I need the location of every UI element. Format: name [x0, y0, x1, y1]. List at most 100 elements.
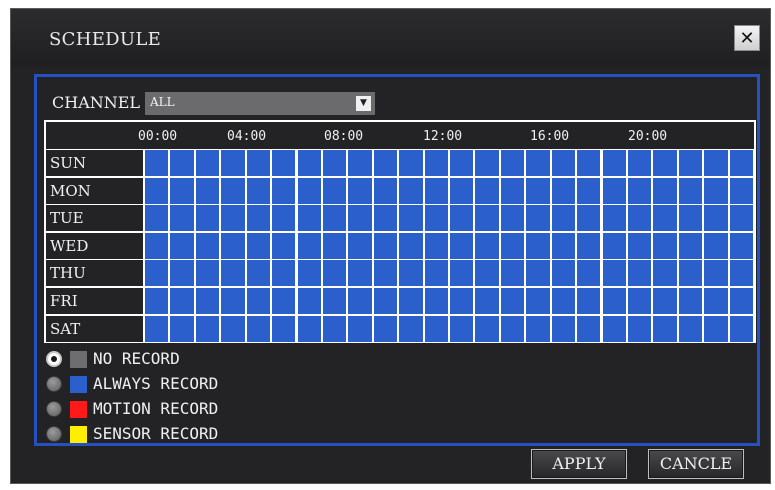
apply-button[interactable]: APPLY — [531, 449, 627, 479]
schedule-cell[interactable] — [195, 288, 220, 314]
schedule-cell[interactable] — [322, 177, 347, 204]
schedule-cell[interactable] — [704, 232, 728, 259]
schedule-cell[interactable] — [551, 150, 576, 176]
schedule-cell[interactable] — [195, 260, 220, 287]
schedule-cell[interactable] — [704, 315, 728, 342]
schedule-cell[interactable] — [322, 260, 347, 287]
channel-select[interactable]: ALL ▼ — [145, 92, 375, 115]
schedule-cell[interactable] — [373, 205, 398, 232]
schedule-cell[interactable] — [348, 232, 372, 259]
schedule-cell[interactable] — [170, 260, 194, 287]
schedule-cell[interactable] — [373, 150, 398, 176]
schedule-cell[interactable] — [246, 177, 271, 204]
schedule-cell[interactable] — [145, 177, 169, 204]
schedule-cell[interactable] — [424, 177, 448, 204]
schedule-cell[interactable] — [678, 288, 703, 314]
schedule-cell[interactable] — [450, 315, 474, 342]
schedule-cell[interactable] — [221, 177, 245, 204]
schedule-cell[interactable] — [653, 315, 677, 342]
schedule-cell[interactable] — [322, 232, 347, 259]
radio-sensor-record[interactable] — [46, 426, 62, 442]
schedule-cell[interactable] — [627, 150, 652, 176]
schedule-cell[interactable] — [221, 205, 245, 232]
schedule-cell[interactable] — [170, 150, 194, 176]
schedule-cell[interactable] — [704, 205, 728, 232]
schedule-cell[interactable] — [729, 288, 753, 314]
schedule-cell[interactable] — [500, 150, 525, 176]
schedule-cell[interactable] — [322, 315, 347, 342]
schedule-cell[interactable] — [500, 315, 525, 342]
schedule-cell[interactable] — [678, 232, 703, 259]
legend-always-record[interactable]: ALWAYS RECORD — [46, 372, 306, 396]
schedule-cell[interactable] — [221, 150, 245, 176]
schedule-cell[interactable] — [551, 260, 576, 287]
schedule-cell[interactable] — [399, 315, 423, 342]
schedule-cell[interactable] — [577, 232, 601, 259]
schedule-cell[interactable] — [577, 315, 601, 342]
schedule-cell[interactable] — [678, 315, 703, 342]
schedule-cell[interactable] — [145, 260, 169, 287]
schedule-cell[interactable] — [551, 205, 576, 232]
schedule-cell[interactable] — [170, 232, 194, 259]
schedule-cell[interactable] — [348, 260, 372, 287]
schedule-cell[interactable] — [500, 232, 525, 259]
schedule-cell[interactable] — [348, 205, 372, 232]
schedule-cell[interactable] — [602, 150, 626, 176]
schedule-cell[interactable] — [399, 205, 423, 232]
cancel-button[interactable]: CANCLE — [648, 449, 744, 479]
schedule-cell[interactable] — [500, 288, 525, 314]
schedule-cell[interactable] — [653, 288, 677, 314]
schedule-cell[interactable] — [475, 205, 499, 232]
schedule-cell[interactable] — [170, 177, 194, 204]
schedule-cell[interactable] — [627, 177, 652, 204]
schedule-cell[interactable] — [399, 150, 423, 176]
schedule-cell[interactable] — [729, 150, 753, 176]
schedule-cell[interactable] — [627, 315, 652, 342]
schedule-cell[interactable] — [272, 315, 296, 342]
schedule-cell[interactable] — [195, 205, 220, 232]
schedule-cell[interactable] — [475, 315, 499, 342]
schedule-cell[interactable] — [450, 177, 474, 204]
schedule-cell[interactable] — [297, 232, 321, 259]
schedule-cell[interactable] — [704, 260, 728, 287]
schedule-cell[interactable] — [170, 315, 194, 342]
schedule-cell[interactable] — [424, 205, 448, 232]
schedule-cell[interactable] — [627, 232, 652, 259]
schedule-cell[interactable] — [145, 205, 169, 232]
schedule-cell[interactable] — [450, 232, 474, 259]
schedule-cell[interactable] — [577, 177, 601, 204]
schedule-cell[interactable] — [145, 150, 169, 176]
schedule-cell[interactable] — [602, 260, 626, 287]
schedule-cell[interactable] — [373, 288, 398, 314]
schedule-cell[interactable] — [424, 260, 448, 287]
schedule-cell[interactable] — [348, 177, 372, 204]
close-button[interactable]: ✕ — [734, 25, 760, 51]
schedule-cell[interactable] — [704, 150, 728, 176]
schedule-cell[interactable] — [577, 288, 601, 314]
schedule-cell[interactable] — [526, 315, 550, 342]
schedule-cell[interactable] — [475, 288, 499, 314]
schedule-cell[interactable] — [373, 315, 398, 342]
schedule-cell[interactable] — [272, 288, 296, 314]
schedule-cell[interactable] — [195, 315, 220, 342]
schedule-cell[interactable] — [348, 150, 372, 176]
schedule-cell[interactable] — [678, 260, 703, 287]
schedule-cell[interactable] — [526, 177, 550, 204]
schedule-cell[interactable] — [322, 150, 347, 176]
schedule-cell[interactable] — [627, 288, 652, 314]
schedule-cell[interactable] — [678, 150, 703, 176]
schedule-cell[interactable] — [577, 260, 601, 287]
schedule-cell[interactable] — [297, 177, 321, 204]
schedule-cell[interactable] — [653, 260, 677, 287]
legend-no-record[interactable]: NO RECORD — [46, 347, 306, 371]
schedule-cell[interactable] — [272, 150, 296, 176]
schedule-cell[interactable] — [577, 205, 601, 232]
schedule-cell[interactable] — [297, 205, 321, 232]
schedule-cell[interactable] — [450, 205, 474, 232]
schedule-cell[interactable] — [450, 150, 474, 176]
schedule-cell[interactable] — [373, 177, 398, 204]
schedule-cell[interactable] — [373, 260, 398, 287]
schedule-cell[interactable] — [424, 232, 448, 259]
schedule-cell[interactable] — [450, 260, 474, 287]
schedule-cell[interactable] — [272, 232, 296, 259]
